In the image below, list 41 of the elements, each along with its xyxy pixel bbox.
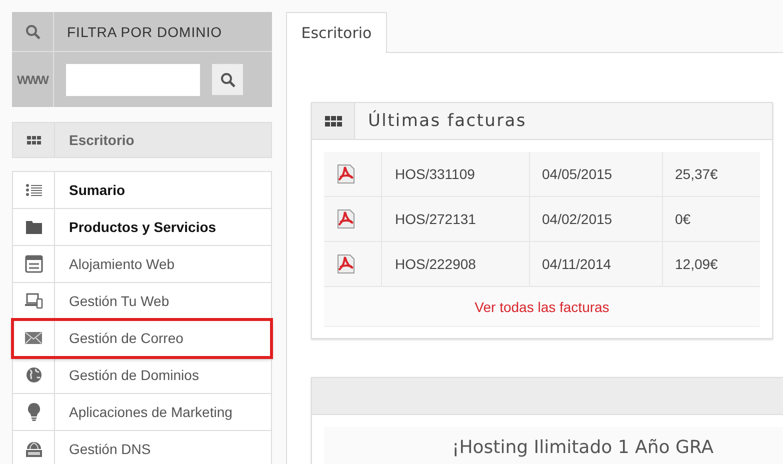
invoice-number: HOS/331109	[381, 152, 529, 196]
promo-title: ¡Hosting Ilimitado 1 Año GRA	[452, 436, 714, 458]
sidebar-item[interactable]: Alojamiento Web	[13, 246, 271, 283]
devices-icon	[24, 293, 42, 309]
sidebar-item[interactable]: Aplicaciones de Marketing	[13, 394, 271, 431]
sidebar-item[interactable]: Productos y Servicios	[13, 209, 271, 246]
grid-icon	[324, 116, 342, 126]
sidebar-item[interactable]: Sumario	[13, 172, 271, 209]
globe-icon	[26, 367, 42, 383]
grid-icon	[26, 136, 40, 144]
pdf-icon[interactable]	[336, 164, 356, 184]
filter-title: FILTRA POR DOMINIO	[67, 24, 222, 40]
sidebar-item[interactable]: Gestión DNS	[13, 431, 271, 464]
search-button[interactable]	[212, 64, 243, 95]
envelope-icon	[25, 332, 42, 344]
invoices-title: Últimas facturas	[367, 109, 526, 133]
www-label: WWW	[17, 72, 48, 86]
all-invoices-link[interactable]: Ver todas las facturas	[474, 298, 610, 314]
pdf-icon[interactable]	[336, 254, 356, 274]
search-icon	[24, 24, 40, 40]
pdf-icon[interactable]	[336, 209, 356, 229]
folder-icon	[26, 220, 42, 234]
invoice-amount: 12,09€	[662, 242, 760, 286]
network-globe-icon	[24, 440, 42, 458]
lightbulb-icon	[28, 403, 40, 421]
sidebar-item[interactable]: Gestión de Correo	[13, 320, 271, 357]
dashboard-tab[interactable]: Escritorio	[286, 12, 387, 53]
dashboard-item[interactable]: Escritorio	[12, 122, 272, 158]
invoice-date: 04/11/2014	[529, 242, 662, 286]
browser-window-icon	[24, 255, 42, 273]
invoice-date: 04/05/2015	[529, 152, 662, 196]
list-icon	[26, 184, 42, 196]
search-icon	[220, 72, 236, 88]
sidebar-item[interactable]: Gestión de Dominios	[13, 357, 271, 394]
domain-input[interactable]	[66, 64, 200, 96]
invoice-date: 04/02/2015	[529, 197, 662, 241]
invoice-number: HOS/222908	[381, 242, 529, 286]
invoice-amount: 0€	[662, 197, 760, 241]
sidebar-item[interactable]: Gestión Tu Web	[13, 283, 271, 320]
invoice-amount: 25,37€	[662, 152, 760, 196]
invoice-number: HOS/272131	[381, 197, 529, 241]
